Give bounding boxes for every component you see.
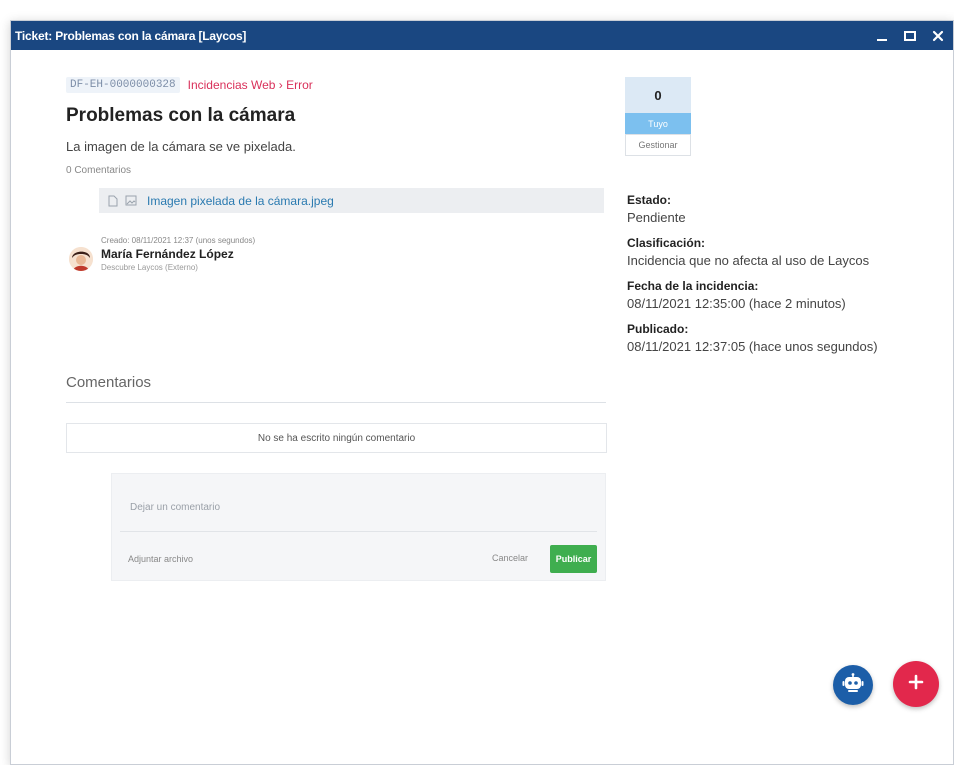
- fecha-label: Fecha de la incidencia:: [627, 279, 759, 293]
- minimize-icon[interactable]: [875, 29, 889, 43]
- ticket-details: Estado: Pendiente Clasificación: Inciden…: [627, 192, 947, 364]
- assistant-button[interactable]: [833, 665, 873, 705]
- author-role: Descubre Laycos (Externo): [101, 263, 198, 272]
- window-title: Ticket: Problemas con la cámara [Laycos]: [15, 28, 247, 43]
- author-block: Creado: 08/11/2021 12:37 (unos segundos)…: [69, 236, 255, 272]
- window-titlebar[interactable]: Ticket: Problemas con la cámara [Laycos]: [11, 21, 953, 50]
- comment-form: Adjuntar archivo Cancelar Publicar: [111, 473, 606, 581]
- publicado-label: Publicado:: [627, 322, 689, 336]
- ticket-code: DF-EH-0000000328: [66, 77, 180, 93]
- attachment-link[interactable]: Imagen pixelada de la cámara.jpeg: [147, 194, 334, 208]
- divider: [66, 402, 606, 403]
- comments-heading: Comentarios: [66, 374, 152, 391]
- comment-count: 0 Comentarios: [66, 165, 132, 176]
- ticket-description: La imagen de la cámara se ve pixelada.: [66, 139, 296, 154]
- detail-fecha: Fecha de la incidencia: 08/11/2021 12:35…: [627, 278, 947, 313]
- add-button[interactable]: [893, 661, 939, 707]
- maximize-icon[interactable]: [903, 29, 917, 43]
- stats-label: Tuyo: [625, 113, 691, 134]
- detail-publicado: Publicado: 08/11/2021 12:37:05 (hace uno…: [627, 321, 947, 356]
- clasificacion-label: Clasificación:: [627, 236, 706, 250]
- estado-label: Estado:: [627, 193, 672, 207]
- ticket-category[interactable]: Incidencias Web › Error: [188, 78, 313, 92]
- publish-button[interactable]: Publicar: [550, 545, 597, 573]
- fecha-value: 08/11/2021 12:35:00 (hace 2 minutos): [627, 296, 846, 311]
- publicado-value: 08/11/2021 12:37:05 (hace unos segundos): [627, 339, 878, 354]
- clasificacion-value: Incidencia que no afecta al uso de Layco…: [627, 253, 870, 268]
- cancel-button[interactable]: Cancelar: [492, 553, 528, 563]
- author-created: Creado: 08/11/2021 12:37 (unos segundos): [101, 236, 256, 245]
- comment-input[interactable]: [120, 484, 597, 532]
- detail-estado: Estado: Pendiente: [627, 192, 947, 227]
- estado-value: Pendiente: [627, 210, 686, 225]
- robot-icon: [842, 672, 864, 698]
- file-icon: [107, 195, 119, 207]
- manage-button[interactable]: Gestionar: [625, 134, 691, 156]
- avatar: [69, 247, 93, 271]
- image-icon: [125, 195, 137, 207]
- ticket-title: Problemas con la cámara: [66, 105, 296, 126]
- ticket-content: DF-EH-0000000328 Incidencias Web › Error…: [11, 50, 953, 764]
- close-icon[interactable]: [931, 29, 945, 43]
- author-info: Creado: 08/11/2021 12:37 (unos segundos)…: [101, 236, 255, 272]
- author-name: María Fernández López: [101, 247, 234, 261]
- ticket-header: DF-EH-0000000328 Incidencias Web › Error: [66, 77, 313, 93]
- ticket-window: Ticket: Problemas con la cámara [Laycos]…: [10, 20, 954, 765]
- stats-card: 0 Tuyo Gestionar: [625, 77, 691, 156]
- attach-file-link[interactable]: Adjuntar archivo: [128, 554, 193, 564]
- stats-count: 0: [625, 77, 691, 113]
- plus-icon: [908, 674, 924, 695]
- attachment-row[interactable]: Imagen pixelada de la cámara.jpeg: [99, 188, 604, 213]
- window-controls: [875, 29, 945, 43]
- empty-comments-message: No se ha escrito ningún comentario: [66, 423, 607, 453]
- detail-clasificacion: Clasificación: Incidencia que no afecta …: [627, 235, 947, 270]
